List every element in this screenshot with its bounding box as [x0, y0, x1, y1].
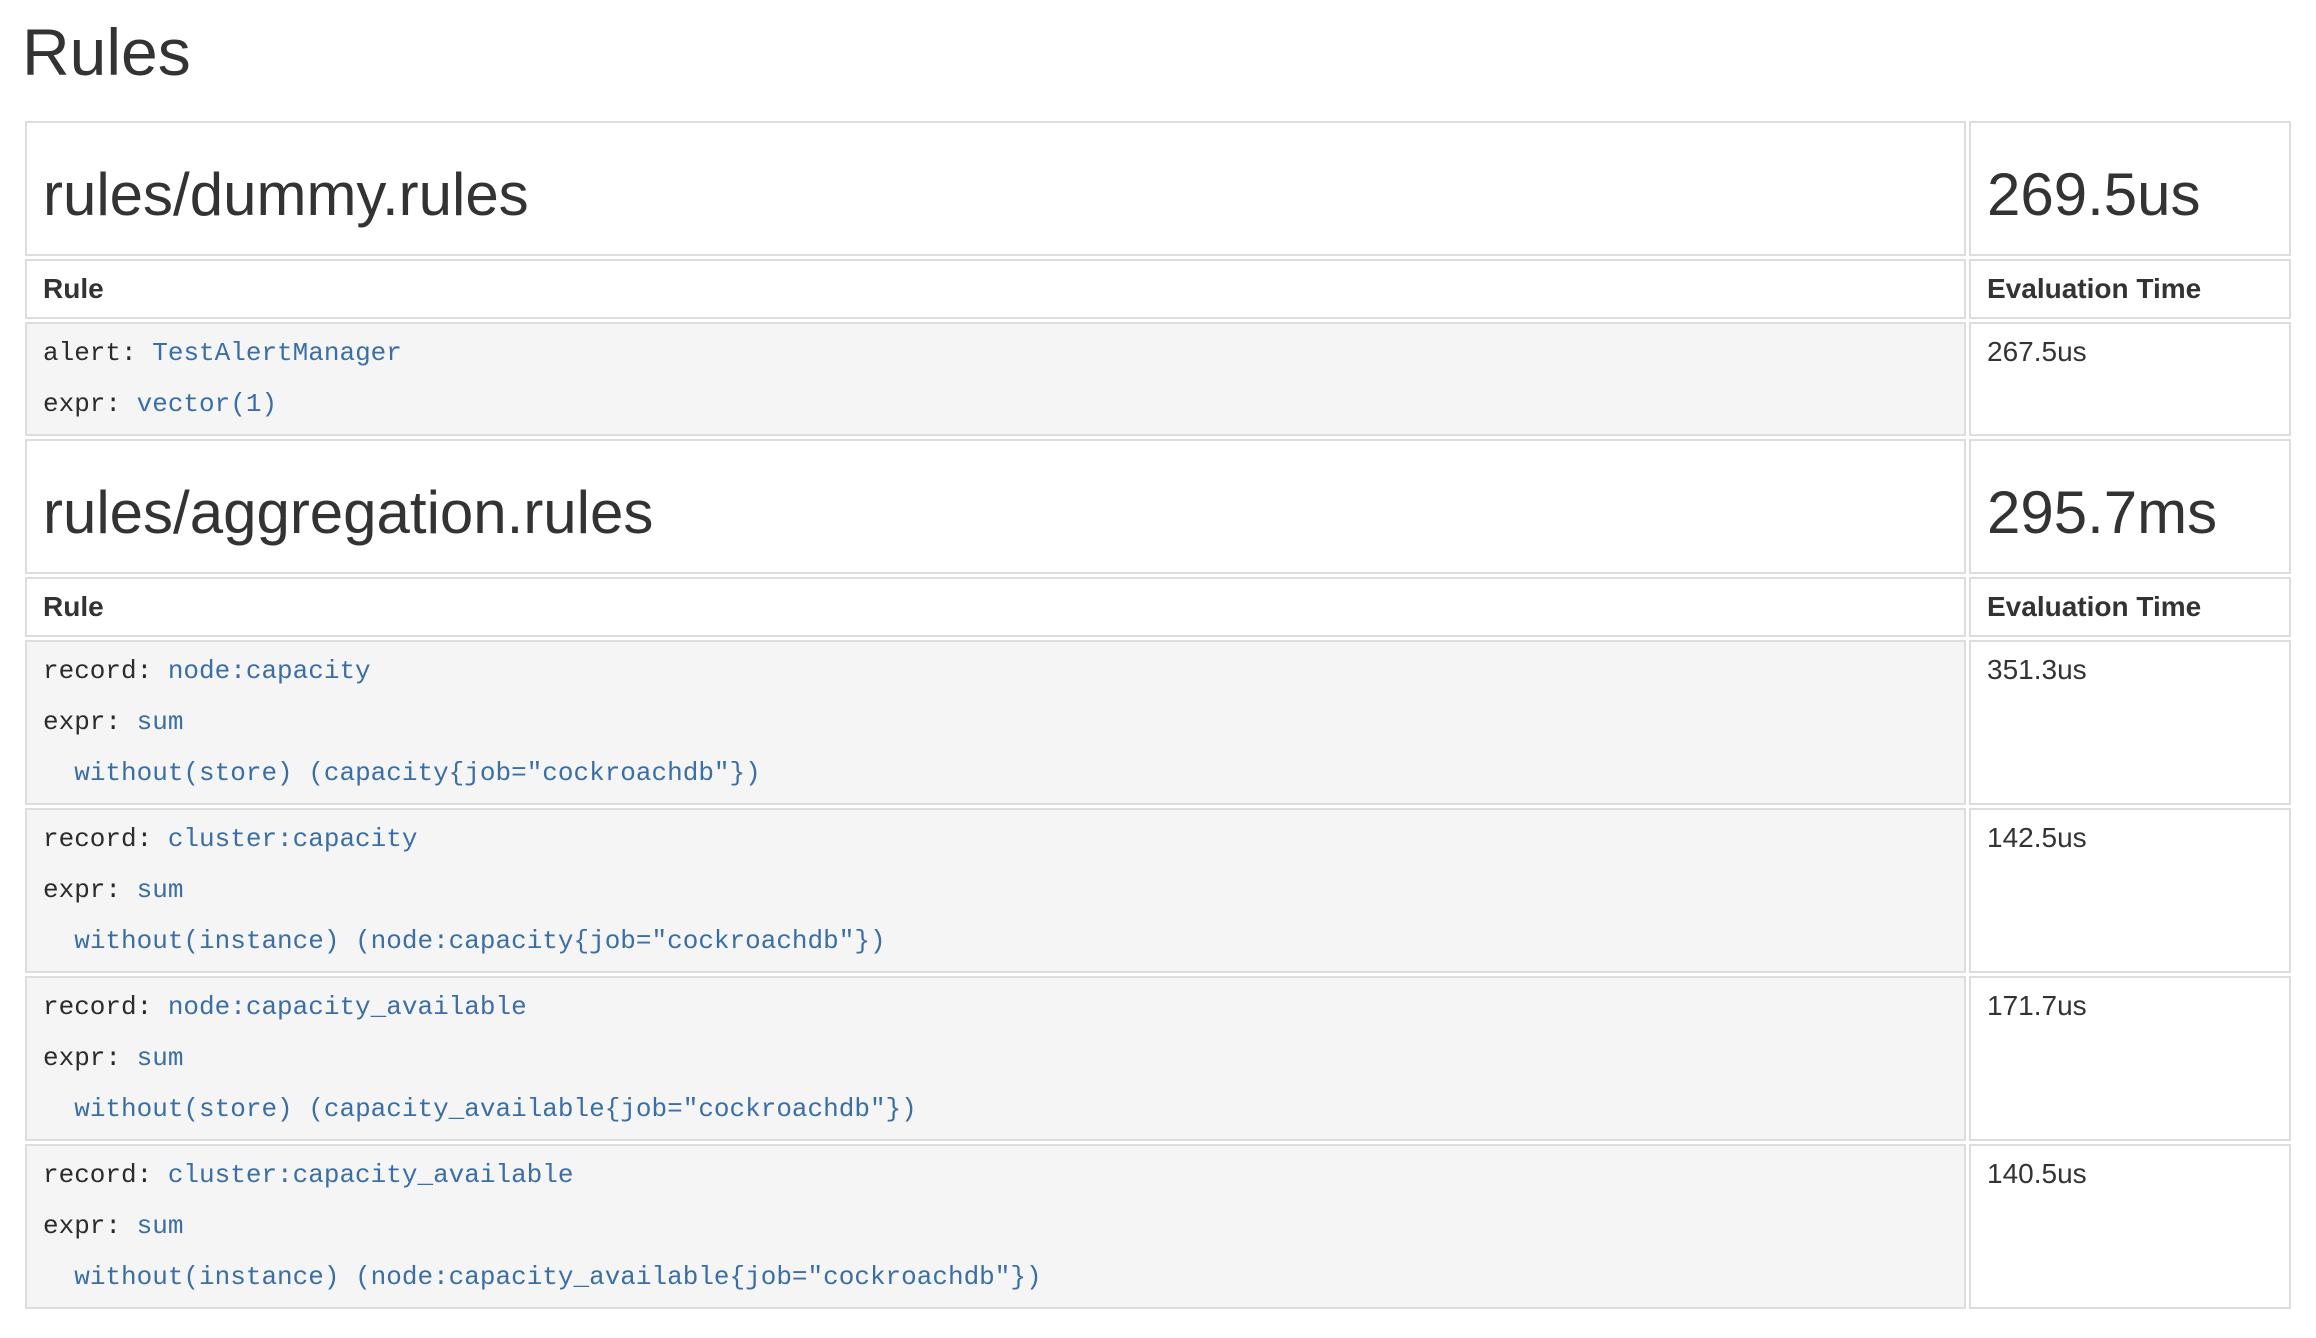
rule-name-link[interactable]: node:capacity_available: [168, 992, 527, 1022]
group-name-cell: rules/aggregation.rules: [25, 439, 1966, 574]
rule-expr-link[interactable]: sum without(store) (capacity_available{j…: [43, 1043, 917, 1124]
group-title: rules/aggregation.rules: [43, 481, 1948, 546]
expr-keyword: expr:: [43, 875, 121, 905]
eval-time-cell: 351.3us: [1969, 640, 2291, 805]
group-title: rules/dummy.rules: [43, 163, 1948, 228]
rule-name-link[interactable]: TestAlertManager: [152, 338, 402, 368]
rule-keyword: record:: [43, 656, 152, 686]
column-header-row: Rule Evaluation Time: [25, 259, 2291, 319]
rule-name-link[interactable]: node:capacity: [168, 656, 371, 686]
rule-code: record: cluster:capacity expr: sum witho…: [43, 814, 1948, 967]
rule-cell: record: node:capacity_available expr: su…: [25, 976, 1966, 1141]
rule-keyword: record:: [43, 824, 152, 854]
group-eval-time: 295.7ms: [1987, 481, 2273, 546]
group-name-cell: rules/dummy.rules: [25, 121, 1966, 256]
page-title: Rules: [22, 16, 2294, 90]
rule-keyword: record:: [43, 992, 152, 1022]
rule-expr-link[interactable]: sum without(instance) (node:capacity{job…: [43, 875, 886, 956]
group-eval-time: 269.5us: [1987, 163, 2273, 228]
rule-cell: record: cluster:capacity_available expr:…: [25, 1144, 1966, 1309]
expr-keyword: expr:: [43, 1211, 121, 1241]
column-header-eval-time: Evaluation Time: [1969, 259, 2291, 319]
rule-row: record: cluster:capacity expr: sum witho…: [25, 808, 2291, 973]
rule-cell: record: cluster:capacity expr: sum witho…: [25, 808, 1966, 973]
rule-row: alert: TestAlertManager expr: vector(1) …: [25, 322, 2291, 436]
column-header-row: Rule Evaluation Time: [25, 577, 2291, 637]
group-eval-time-cell: 269.5us: [1969, 121, 2291, 256]
expr-keyword: expr:: [43, 1043, 121, 1073]
column-header-rule: Rule: [25, 259, 1966, 319]
rule-row: record: cluster:capacity_available expr:…: [25, 1144, 2291, 1309]
rule-cell: record: node:capacity expr: sum without(…: [25, 640, 1966, 805]
rule-name-link[interactable]: cluster:capacity_available: [168, 1160, 574, 1190]
rule-row: record: node:capacity expr: sum without(…: [25, 640, 2291, 805]
expr-keyword: expr:: [43, 707, 121, 737]
group-header-row: rules/dummy.rules 269.5us: [25, 121, 2291, 256]
rule-expr-link[interactable]: sum without(instance) (node:capacity_ava…: [43, 1211, 1042, 1292]
eval-time-cell: 142.5us: [1969, 808, 2291, 973]
eval-time-cell: 171.7us: [1969, 976, 2291, 1141]
group-header-row: rules/aggregation.rules 295.7ms: [25, 439, 2291, 574]
eval-time-cell: 140.5us: [1969, 1144, 2291, 1309]
rule-expr-link[interactable]: sum without(store) (capacity{job="cockro…: [43, 707, 761, 788]
rule-cell: alert: TestAlertManager expr: vector(1): [25, 322, 1966, 436]
column-header-eval-time: Evaluation Time: [1969, 577, 2291, 637]
expr-keyword: expr:: [43, 389, 121, 419]
rule-keyword: record:: [43, 1160, 152, 1190]
rules-table: rules/dummy.rules 269.5us Rule Evaluatio…: [22, 118, 2294, 1312]
eval-time-cell: 267.5us: [1969, 322, 2291, 436]
group-eval-time-cell: 295.7ms: [1969, 439, 2291, 574]
column-header-rule: Rule: [25, 577, 1966, 637]
rule-code: record: cluster:capacity_available expr:…: [43, 1150, 1948, 1303]
rule-name-link[interactable]: cluster:capacity: [168, 824, 418, 854]
rule-expr-link[interactable]: vector(1): [137, 389, 277, 419]
rule-keyword: alert:: [43, 338, 137, 368]
rule-code: record: node:capacity_available expr: su…: [43, 982, 1948, 1135]
rule-code: alert: TestAlertManager expr: vector(1): [43, 328, 1948, 430]
rule-code: record: node:capacity expr: sum without(…: [43, 646, 1948, 799]
rule-row: record: node:capacity_available expr: su…: [25, 976, 2291, 1141]
